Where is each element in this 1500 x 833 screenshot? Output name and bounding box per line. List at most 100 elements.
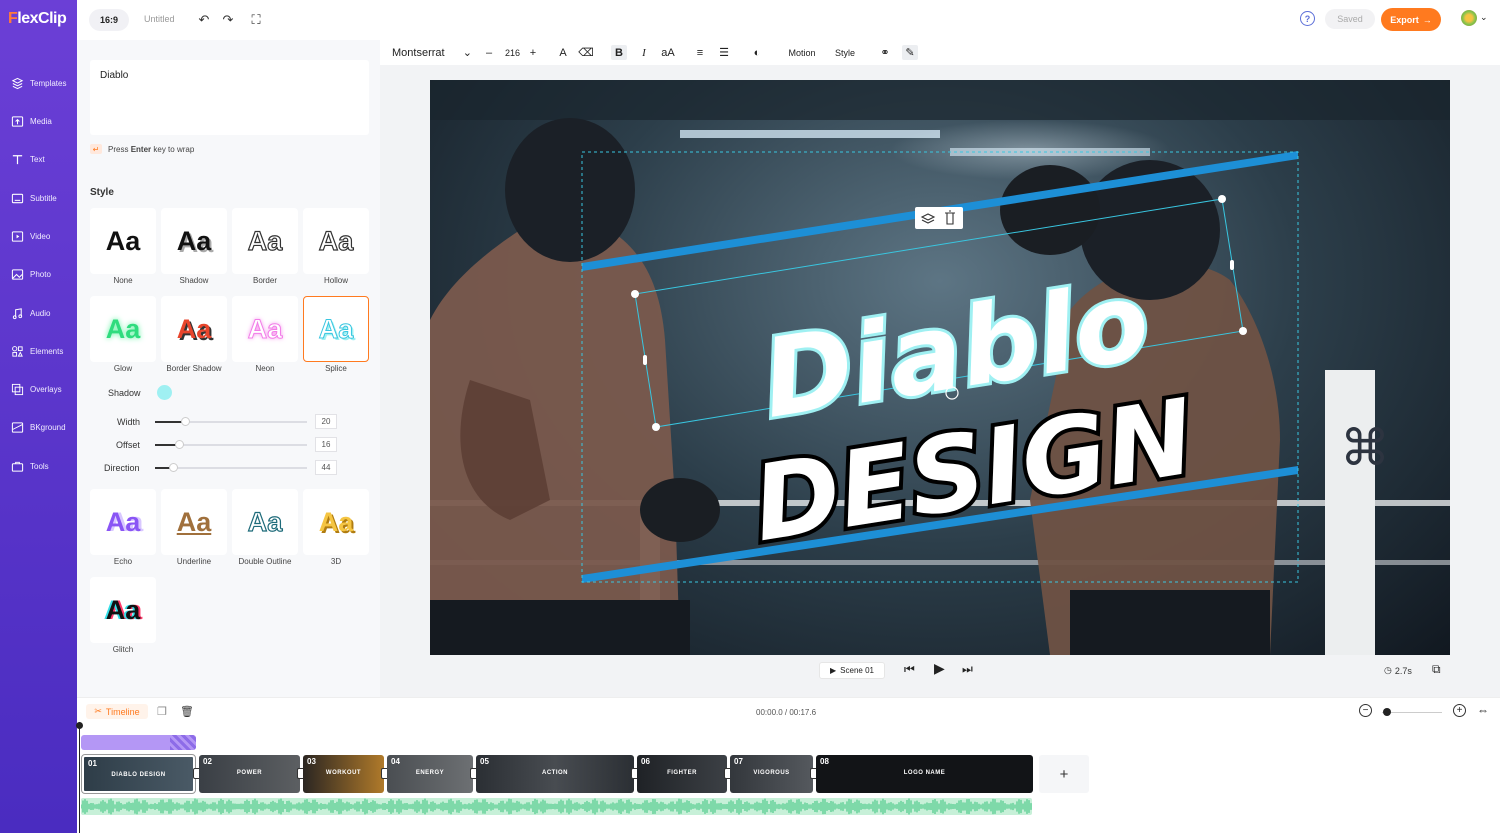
sidebar-item-text[interactable]: Text: [0, 144, 77, 174]
text-layer-track[interactable]: [81, 735, 196, 750]
play-icon[interactable]: ▶: [934, 660, 945, 677]
timeline-clip[interactable]: 05 ACTION: [476, 755, 634, 793]
timeline-clip[interactable]: 08 LOGO NAME: [816, 755, 1033, 793]
sidebar-item-elements[interactable]: Elements: [0, 336, 77, 366]
text-content-input[interactable]: Diablo: [90, 60, 369, 135]
resize-handle[interactable]: [1239, 327, 1247, 335]
align-icon[interactable]: ≡: [693, 45, 707, 60]
chevron-down-icon[interactable]: ⌄: [1480, 12, 1488, 23]
offset-slider[interactable]: [155, 440, 307, 449]
letter-case-icon[interactable]: aA: [659, 45, 677, 60]
shadow-color-swatch[interactable]: [157, 385, 172, 400]
fit-timeline-icon[interactable]: ⇔: [1477, 703, 1489, 717]
sidebar-item-audio[interactable]: Audio: [0, 298, 77, 328]
resize-handle[interactable]: [652, 423, 660, 431]
offset-slider-knob[interactable]: [175, 440, 185, 449]
timeline-clip[interactable]: 03 WORKOUT: [303, 755, 384, 793]
zoom-slider-knob[interactable]: [1383, 708, 1391, 716]
sidebar-item-overlays[interactable]: Overlays: [0, 374, 77, 404]
style-glitch[interactable]: Aa: [90, 577, 156, 643]
elements-icon: [12, 345, 23, 357]
playhead[interactable]: [76, 722, 83, 833]
video-preview[interactable]: ⌘ Diablo DESIGN: [430, 80, 1450, 655]
width-value[interactable]: 20: [315, 414, 337, 429]
font-size-decrease[interactable]: –: [483, 45, 495, 60]
fullscreen-icon[interactable]: ⛶: [248, 12, 264, 28]
style-double-outline[interactable]: Aa: [232, 489, 298, 555]
style-splice[interactable]: Aa: [303, 296, 369, 362]
direction-slider-knob[interactable]: [169, 463, 179, 472]
style-border-shadow[interactable]: Aa: [161, 296, 227, 362]
sidebar-item-media[interactable]: Media: [0, 106, 77, 136]
style-hollow[interactable]: Aa: [303, 208, 369, 274]
direction-slider[interactable]: [155, 463, 307, 472]
font-size-value[interactable]: 216: [500, 45, 525, 60]
style-underline[interactable]: Aa: [161, 489, 227, 555]
tools-icon: [11, 461, 24, 472]
aspect-ratio-button[interactable]: 16:9: [89, 9, 129, 31]
offset-value[interactable]: 16: [315, 437, 337, 452]
play-scene-button[interactable]: ▶ Scene 01: [819, 662, 885, 679]
style-shadow[interactable]: Aa: [161, 208, 227, 274]
spacing-icon[interactable]: ☰: [717, 45, 731, 60]
return-icon: ↵: [90, 144, 102, 154]
project-title[interactable]: Untitled: [144, 14, 175, 24]
flexclip-editor: FlexClip Templates Media Text Subtitle V…: [0, 0, 1500, 833]
resize-handle[interactable]: [631, 290, 639, 298]
style-3d[interactable]: Aa: [303, 489, 369, 555]
style-glow[interactable]: Aa: [90, 296, 156, 362]
sidebar-item-subtitle[interactable]: Subtitle: [0, 183, 77, 213]
direction-value[interactable]: 44: [315, 460, 337, 475]
highlight-color-icon[interactable]: ⌫: [578, 45, 594, 60]
zoom-slider[interactable]: [1382, 712, 1442, 713]
bold-icon[interactable]: B: [611, 45, 627, 60]
style-button[interactable]: Style: [833, 45, 857, 60]
width-slider-knob[interactable]: [181, 417, 191, 426]
font-size-increase[interactable]: +: [527, 45, 539, 60]
style-border[interactable]: Aa: [232, 208, 298, 274]
italic-icon[interactable]: I: [637, 45, 651, 60]
side-handle[interactable]: [643, 355, 647, 365]
timeline-clip[interactable]: 04 ENERGY: [387, 755, 473, 793]
delete-icon[interactable]: 🗑: [180, 705, 194, 718]
width-slider[interactable]: [155, 417, 307, 426]
redo-icon[interactable]: ↷: [220, 12, 236, 28]
edit-pen-icon[interactable]: ✎: [902, 45, 918, 60]
scene-duration[interactable]: ◷ 2.7s: [1384, 665, 1412, 676]
sidebar-item-photo[interactable]: Photo: [0, 259, 77, 289]
timeline-clip[interactable]: 06 FIGHTER: [637, 755, 727, 793]
avatar[interactable]: [1461, 10, 1477, 26]
add-scene-button[interactable]: +: [1039, 755, 1089, 793]
floating-toolbar: [915, 207, 963, 229]
audio-track[interactable]: [81, 798, 1032, 815]
text-color-icon[interactable]: A: [556, 45, 570, 60]
zoom-in-icon[interactable]: +: [1453, 704, 1466, 717]
motion-button[interactable]: Motion: [786, 45, 818, 60]
text-layer-handle[interactable]: [170, 735, 196, 750]
help-icon[interactable]: ?: [1300, 11, 1315, 26]
side-handle[interactable]: [1230, 260, 1234, 270]
link-icon[interactable]: ⚭: [878, 45, 892, 60]
sidebar-item-tools[interactable]: Tools: [0, 451, 77, 481]
sidebar-item-video[interactable]: Video: [0, 221, 77, 251]
sidebar-item-templates[interactable]: Templates: [0, 68, 77, 98]
copy-icon[interactable]: ❐: [157, 705, 167, 718]
resize-handle[interactable]: [1218, 195, 1226, 203]
timeline-clip[interactable]: 01 DIABLO DESIGN: [81, 754, 196, 794]
timeline-clip[interactable]: 07 VIGOROUS: [730, 755, 813, 793]
export-button[interactable]: Export →: [1381, 8, 1441, 31]
timeline-tab[interactable]: ✂ Timeline: [86, 704, 148, 719]
style-none[interactable]: Aa: [90, 208, 156, 274]
sidebar-item-background[interactable]: BKground: [0, 412, 77, 442]
timeline-clip[interactable]: 02 POWER: [199, 755, 300, 793]
opacity-icon[interactable]: ◐: [750, 45, 764, 60]
style-neon[interactable]: Aa: [232, 296, 298, 362]
wrap-hint: ↵ Press Enter key to wrap: [90, 144, 194, 154]
fullscreen-preview-icon[interactable]: ⧉: [1432, 662, 1441, 677]
skip-forward-icon[interactable]: ⏭: [962, 662, 973, 677]
zoom-out-icon[interactable]: −: [1359, 704, 1372, 717]
style-echo[interactable]: Aa: [90, 489, 156, 555]
undo-icon[interactable]: ↶: [196, 12, 212, 28]
font-select[interactable]: Montserrat ⌄: [392, 45, 472, 60]
skip-back-icon[interactable]: ⏮: [904, 662, 915, 677]
